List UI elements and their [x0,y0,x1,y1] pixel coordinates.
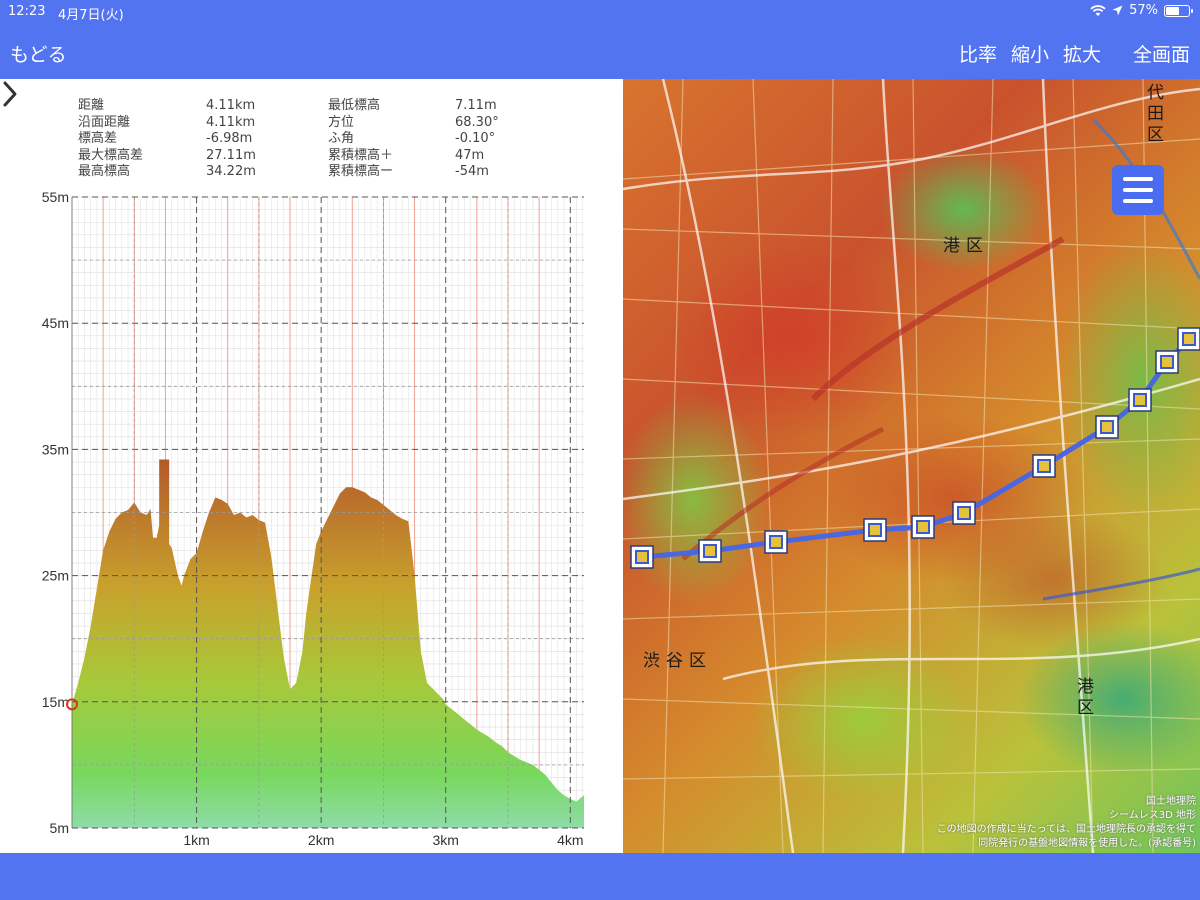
status-date: 4月7日(火) [58,8,124,23]
stat-value: 7.11m [455,98,497,113]
map-panel[interactable]: 港区 渋谷区 港区 代田区 国土地理院 シームレス3D 地形 この地図の作成に当… [623,79,1200,853]
elevation-area-series [72,459,584,828]
y-tick-label: 5m [50,820,69,836]
attribution-line: この地図の作成に当たっては、国土地理院長の承認を得て [936,824,1196,835]
bottom-bar [0,853,1200,900]
y-tick-label: 25m [42,568,69,584]
stat-label: 距離 [78,98,105,113]
route-point-marker-inner [1100,420,1114,434]
chevron-right-icon[interactable] [0,79,22,109]
wifi-icon [1090,4,1106,16]
route-point-marker-inner [1182,332,1196,346]
route-point-marker-inner [916,520,930,534]
zoom-out-button[interactable]: 縮小 [1011,40,1049,67]
battery-percent: 57% [1129,3,1158,18]
battery-icon [1164,4,1193,17]
stat-value: 4.11km [206,114,256,130]
route-point-marker-inner [1037,459,1051,473]
stats-labels-col2: 最低標高 方位 ふ角 累積標高＋ 累積標高ー [328,98,393,181]
y-tick-label: 45m [42,315,69,331]
attribution-line: 国土地理院 [1146,796,1196,807]
top-bar: 12:23 4月7日(火) 57% もどる 比率 縮小 拡大 全画面 [0,0,1200,79]
attribution-line: 同院発行の基盤地図情報を使用した。(承認番号) [978,838,1196,849]
y-tick-label: 55m [42,189,69,205]
route-point-marker-inner [1160,355,1174,369]
stat-value: -6.98m [206,131,253,147]
route-point-marker-inner [868,523,882,537]
stat-value: 68.30° [455,114,499,130]
fullscreen-button[interactable]: 全画面 [1133,40,1190,67]
back-button[interactable]: もどる [10,40,67,67]
map-label-chiyoda: 代田区 [1143,83,1163,146]
status-right: 57% [1090,3,1193,18]
stat-value: -0.10° [455,131,496,147]
map-label-shibuya: 渋谷区 [643,651,712,671]
status-time: 12:23 [8,4,46,19]
stat-value: -54m [455,164,489,180]
stats-labels-col1: 距離 沿面距離 標高差 最大標高差 最高標高 [78,98,143,181]
x-tick-label: 3km [432,832,458,848]
route-point-marker-inner [703,544,717,558]
stat-label: 標高差 [78,131,118,147]
location-arrow-icon [1112,5,1123,16]
map-label-minato: 港区 [943,236,989,256]
elevation-chart-panel: 55m 45m 35m 25m 15m 5m 1km 2km 3km 4km 距離 沿面距離 標… [0,79,623,853]
map-attribution: 国土地理院 シームレス3D 地形 この地図の作成に当たっては、国土地理院長の承認… [937,795,1196,851]
attribution-line: シームレス3D 地形 [1109,810,1196,821]
stat-label: 累積標高ー [328,164,394,180]
stat-value: 34.22m [206,164,256,180]
y-tick-label: 35m [42,441,69,457]
stat-value: 47m [455,147,485,163]
nav-actions: 比率 縮小 拡大 全画面 [945,40,1190,67]
zoom-in-button[interactable]: 拡大 [1063,40,1101,67]
scale-button[interactable]: 比率 [959,40,997,67]
stat-label: 累積標高＋ [328,147,394,163]
route-point-marker-inner [635,550,649,564]
x-axis-labels: 1km 2km 3km 4km [183,832,583,848]
hamburger-menu-icon[interactable] [1112,165,1164,215]
stat-label: 方位 [328,114,355,130]
route-point-marker-inner [1133,393,1147,407]
status-bar: 12:23 4月7日(火) 57% [0,0,1200,24]
stat-value: 4.11km [206,98,256,113]
stat-label: 最大標高差 [78,147,144,163]
x-tick-label: 4km [557,832,583,848]
route-point-marker-inner [769,535,783,549]
route-point-marker-inner [957,506,971,520]
stat-label: ふ角 [328,131,355,147]
elevation-chart[interactable]: 55m 45m 35m 25m 15m 5m 1km 2km 3km 4km [0,79,623,853]
y-tick-label: 15m [42,694,69,710]
x-tick-label: 2km [308,832,334,848]
stats-values-col1: 4.11km 4.11km -6.98m 27.11m 34.22m [206,98,256,181]
stat-value: 27.11m [206,147,256,163]
y-axis-labels: 55m 45m 35m 25m 15m 5m [42,189,69,836]
stats-values-col2: 7.11m 68.30° -0.10° 47m -54m [455,98,499,181]
stat-label: 最低標高 [328,98,381,113]
map-label-minato-lower: 港区 [1073,677,1093,719]
x-tick-label: 1km [183,832,209,848]
stat-label: 沿面距離 [78,114,131,130]
stat-label: 最高標高 [78,164,131,180]
